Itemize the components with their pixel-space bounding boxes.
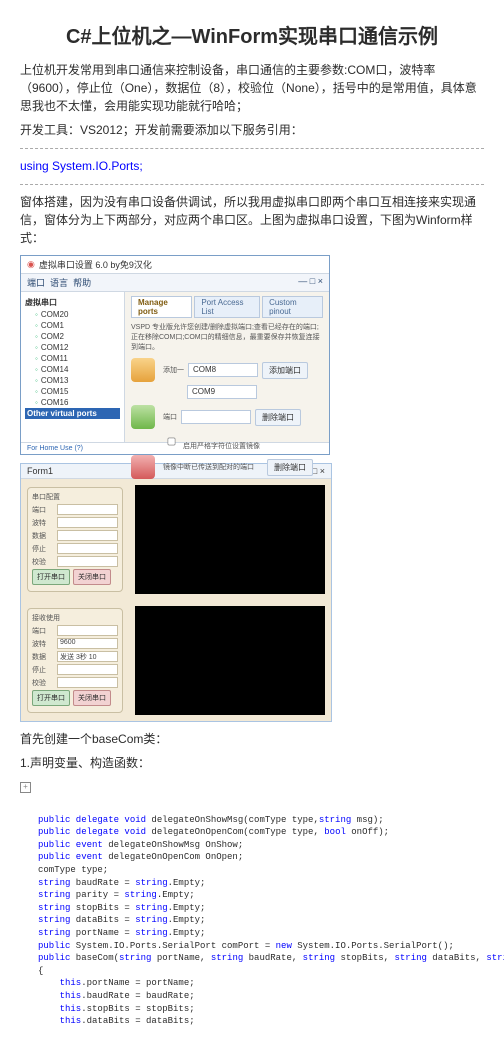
label: 数据 [32,531,54,541]
tree-item[interactable]: COM1 [25,320,120,331]
divider [20,183,484,185]
menu-bar[interactable]: 端口 语言 帮助 [27,276,91,289]
add-pair-button[interactable]: 添加端口 [262,362,308,379]
tab-custom-pinout[interactable]: Custom pinout [262,296,323,318]
open-port-button[interactable]: 打开串口 [32,569,70,585]
tree-item[interactable]: COM11 [25,353,120,364]
enable-strict-checkbox[interactable]: 启用严格字符位设置镜像 [161,432,260,451]
close-port-button[interactable]: 关闭串口 [73,569,111,585]
tree-heading: 虚拟串口 [25,296,120,309]
page-title: C#上位机之—WinForm实现串口通信示例 [20,20,484,49]
tree-item[interactable]: COM13 [25,375,120,386]
tab-manage-ports[interactable]: Manage ports [131,296,192,318]
tree-item[interactable]: COM20 [25,309,120,320]
delete-port-button[interactable]: 删除端口 [255,409,301,426]
divider [20,147,484,149]
pair-icon [131,358,155,382]
receive-area [135,485,325,594]
label: 端口 [32,626,54,636]
tools-paragraph: 开发工具：VS2012；开发前需要添加以下服务引用： [20,121,484,139]
code-block: public delegate void delegateOnShowMsg(c… [20,797,484,1028]
label: 停止 [32,544,54,554]
tree-item[interactable]: COM12 [25,342,120,353]
app-icon: ◉ [27,259,35,270]
label: 校验 [32,557,54,567]
label: 端口 [32,505,54,515]
window-controls[interactable]: — □ × [298,276,323,289]
label: 停止 [32,665,54,675]
winform-screenshot: Form1 — □ × 串口配置 端口 波特 数据 停止 校验 打开串口 关闭串… [20,463,332,722]
tree-item[interactable]: COM15 [25,386,120,397]
tree-item[interactable]: COM2 [25,331,120,342]
using-line: using System.IO.Ports; [20,159,143,173]
label: 校验 [32,678,54,688]
group-title: 接收使用 [32,613,118,623]
pair-label: 添加一 [163,365,184,375]
step-2: 1.声明变量、构造函数： [20,754,484,772]
parity-select-2[interactable] [57,677,118,688]
delete-icon [131,405,155,429]
remove-note: 镜像中断已传送到配对的端口 [163,462,263,472]
second-port-select[interactable]: COM9 [187,385,257,399]
port-select[interactable] [57,504,118,515]
tab-access-list[interactable]: Port Access List [194,296,260,318]
form-title: Form1 [27,466,53,476]
label: 数据 [32,652,54,662]
window-title: 虚拟串口设置 6.0 by免9汉化 [39,258,152,271]
tree-item[interactable]: COM14 [25,364,120,375]
port-label: 端口 [163,412,177,422]
remove-all-button[interactable]: 删除端口 [267,459,313,476]
open-port-button-2[interactable]: 打开串口 [32,690,70,706]
layout-paragraph: 窗体搭建，因为没有串口设备供调试，所以我用虚拟串口即两个串口互相连接来实现通信，… [20,193,484,247]
stop-select[interactable] [57,543,118,554]
virtual-serial-screenshot: ◉ 虚拟串口设置 6.0 by免9汉化 端口 语言 帮助 — □ × 虚拟串口 … [20,255,330,455]
vspd-note: VSPD 专业版允许您创建/删除虚拟端口;查看已经存在的端口;正在移除COM口;… [131,322,323,352]
delete-port-select[interactable] [181,410,251,424]
group-title: 串口配置 [32,492,118,502]
tree-item[interactable]: COM16 [25,397,120,408]
parity-select[interactable] [57,556,118,567]
remove-all-icon [131,455,155,479]
label: 波特 [32,639,54,649]
tree-item-selected[interactable]: Other virtual ports [25,408,120,419]
intro-paragraph: 上位机开发常用到串口通信来控制设备，串口通信的主要参数:COM口，波特率（960… [20,61,484,115]
data-select[interactable] [57,530,118,541]
port-select-2[interactable] [57,625,118,636]
first-port-select[interactable]: COM8 [188,363,258,377]
baud-select-2[interactable]: 9600 [57,638,118,649]
baud-select[interactable] [57,517,118,528]
label: 波特 [32,518,54,528]
data-select-2[interactable]: 发送 3秒 10 [57,651,118,662]
port-tree[interactable]: 虚拟串口 COM20 COM1 COM2 COM12 COM11 COM14 C… [21,292,125,442]
stop-select-2[interactable] [57,664,118,675]
step-1: 首先创建一个baseCom类： [20,730,484,748]
send-area [135,606,325,715]
code-collapse-toggle[interactable]: + [20,782,31,793]
close-port-button-2[interactable]: 关闭串口 [73,690,111,706]
